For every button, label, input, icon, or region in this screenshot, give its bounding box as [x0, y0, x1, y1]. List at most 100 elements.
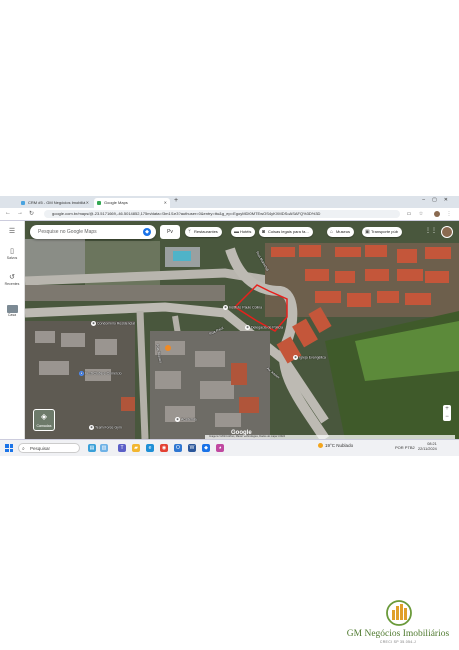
new-tab-button[interactable]: +: [174, 197, 178, 204]
chip-things-to-do[interactable]: ◙ Coisas legais para fa...: [259, 227, 313, 237]
layers-icon: ◈: [40, 412, 48, 421]
apps-grid-icon[interactable]: ⋮⋮: [425, 227, 437, 234]
search-placeholder: Pesquise no Google Maps: [38, 229, 97, 235]
directions-button[interactable]: Pv: [160, 225, 180, 239]
tab-label: Google Maps: [104, 200, 128, 205]
taskbar-search-label: Pesquisar: [30, 446, 51, 451]
company-creci: CRECI SP 35.054-J: [379, 640, 417, 644]
outlook-icon[interactable]: O: [174, 444, 182, 452]
rail-home[interactable]: Casa: [0, 305, 24, 317]
forward-arrow-icon[interactable]: →: [17, 210, 23, 216]
fork-knife-icon: ᛘ: [188, 229, 192, 235]
tray-language[interactable]: POR PTB2: [395, 445, 415, 450]
chrome-icon[interactable]: ◉: [160, 444, 168, 452]
maps-favicon-icon: [97, 201, 101, 205]
zoom-in-button[interactable]: +: [443, 405, 451, 413]
search-icon: ⌕: [22, 446, 25, 452]
star-icon[interactable]: ☆: [418, 211, 424, 217]
chip-label: Coisas legais para fa...: [268, 229, 309, 234]
zoom-out-button[interactable]: −: [443, 413, 451, 421]
chip-museums[interactable]: ⌂ Museus: [327, 227, 355, 237]
rail-label: Recentes: [4, 282, 20, 286]
teams-icon[interactable]: T: [118, 444, 126, 452]
history-icon: ↺: [9, 274, 15, 281]
back-arrow-icon[interactable]: ←: [5, 210, 11, 216]
chip-restaurants[interactable]: ᛘ Restaurantes: [185, 227, 222, 237]
task-view-icon[interactable]: ▥: [100, 444, 108, 452]
directions-icon[interactable]: ◆: [143, 228, 151, 236]
place-label: Igreja Evangélica: [299, 355, 326, 360]
satellite-map[interactable]: Pesquise no Google Maps ◆ Pv ᛘ Restauran…: [25, 221, 459, 439]
place-marker[interactable]: ● Academia: [175, 417, 197, 422]
place-marker[interactable]: ● Delegacia de Polícia: [245, 325, 283, 330]
place-marker[interactable]: ● Instituto Paulo Colina: [223, 305, 262, 310]
url-field[interactable]: google.com.br/maps/@-23.5171669,-46.5014…: [44, 210, 400, 218]
orange-place-marker[interactable]: [165, 345, 171, 351]
place-label: Delegacia de Polícia: [251, 325, 283, 330]
place-pin-icon: ●: [245, 325, 250, 330]
home-icon: [6, 305, 18, 313]
windows-start-icon[interactable]: [5, 444, 13, 452]
maps-search-box[interactable]: Pesquise no Google Maps ◆: [30, 225, 156, 239]
widgets-icon[interactable]: ▤: [88, 444, 96, 452]
account-avatar[interactable]: [441, 226, 453, 238]
place-marker[interactable]: ● Team Force Gym: [89, 425, 122, 430]
place-label: Vesti Clube e Comércio: [85, 371, 122, 376]
place-label: Academia: [181, 417, 197, 422]
layers-button[interactable]: ◈ Camadas: [33, 409, 55, 431]
word-icon[interactable]: W: [188, 444, 196, 452]
chip-transit[interactable]: ▣ Transporte púb: [362, 227, 402, 237]
window-controls[interactable]: –▢✕: [422, 197, 455, 203]
cast-icon[interactable]: ▭: [406, 211, 412, 217]
place-marker[interactable]: ● Vesti Clube e Comércio: [79, 371, 122, 376]
weather-text: 19°C Nublado: [325, 443, 354, 448]
company-logo-icon: [386, 600, 412, 626]
address-bar-row: ← → ↻ google.com.br/maps/@-23.5171669,-4…: [0, 208, 459, 221]
tab-crm[interactable]: CRM #5 - GM Negócios Imobiliá ✕: [18, 198, 92, 208]
rail-label: Casa: [7, 313, 17, 317]
close-tab-icon[interactable]: ✕: [86, 198, 89, 208]
windows-taskbar: ⌕ Pesquisar ▤ ▥ T ▰ e ◉ O W ◆ ◕ 19°C Nub…: [0, 439, 459, 456]
system-clock[interactable]: 08:21 22/11/2024: [418, 442, 437, 452]
place-marker[interactable]: ● Condomínio Residencial: [91, 321, 135, 326]
more-menu-icon[interactable]: ⋮: [446, 211, 452, 217]
crm-favicon-icon: [21, 201, 25, 205]
satellite-imagery: [25, 221, 459, 439]
company-name: GM Negócios Imobiliários: [346, 629, 450, 639]
bookmark-icon: ▯: [10, 248, 14, 255]
museum-icon: ⌂: [330, 229, 334, 235]
company-watermark: GM Negócios Imobiliários CRECI SP 35.054…: [340, 600, 459, 644]
reload-icon[interactable]: ↻: [29, 210, 34, 217]
camera-icon: ◙: [262, 229, 266, 235]
rail-label: Salvos: [6, 256, 18, 260]
layers-label: Camadas: [36, 424, 52, 428]
place-marker[interactable]: ● Igreja Evangélica: [293, 355, 326, 360]
bed-icon: ▬: [234, 229, 239, 235]
edge-icon[interactable]: e: [146, 444, 154, 452]
rail-recent[interactable]: ↺ Recentes: [0, 273, 24, 286]
profile-avatar[interactable]: [434, 211, 440, 217]
clock-date: 22/11/2024: [418, 447, 437, 451]
place-pin-icon: ●: [89, 425, 94, 430]
place-pin-icon: ●: [91, 321, 96, 326]
app-icon[interactable]: ◕: [216, 444, 224, 452]
rail-saved[interactable]: ▯ Salvos: [0, 247, 24, 260]
screenshot: CRM #5 - GM Negócios Imobiliá ✕ Google M…: [0, 196, 459, 456]
chip-label: Hotéis: [240, 229, 252, 234]
maps-side-rail: ☰ ▯ Salvos ↺ Recentes Casa: [0, 221, 25, 439]
chip-label: Museus: [336, 229, 351, 234]
google-logo: Google: [231, 430, 252, 436]
weather-sun-icon: [318, 443, 323, 449]
store-icon[interactable]: ◆: [202, 444, 210, 452]
tab-google-maps[interactable]: Google Maps ✕: [94, 198, 170, 208]
close-tab-icon[interactable]: ✕: [164, 198, 167, 208]
weather-widget[interactable]: 19°C Nublado: [318, 443, 354, 449]
taskbar-search[interactable]: ⌕ Pesquisar: [18, 443, 80, 453]
tab-label: CRM #5 - GM Negócios Imobiliá: [28, 200, 86, 205]
place-label: Team Force Gym: [95, 425, 122, 430]
place-pin-icon: ●: [223, 305, 228, 310]
chip-hotels[interactable]: ▬ Hotéis: [231, 227, 256, 237]
file-explorer-icon[interactable]: ▰: [132, 444, 140, 452]
rail-menu[interactable]: ☰: [0, 227, 24, 236]
place-pin-icon: ●: [79, 371, 84, 376]
